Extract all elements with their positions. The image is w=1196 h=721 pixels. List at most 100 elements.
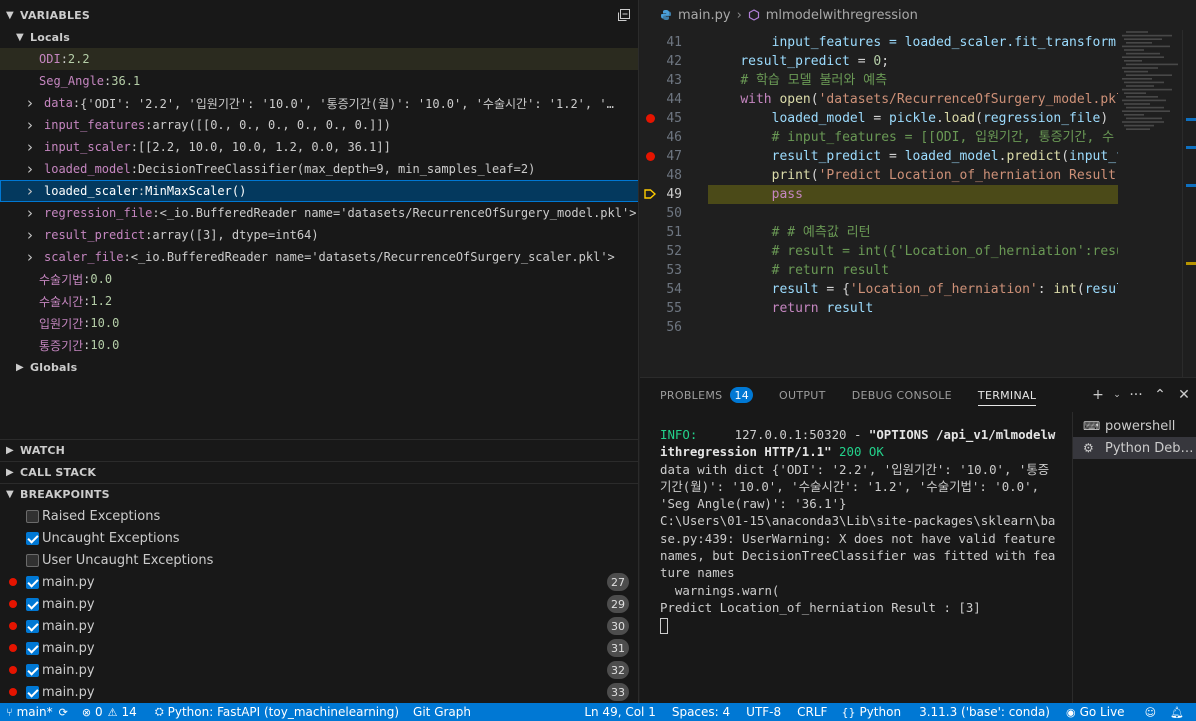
broadcast-icon: ◉: [1065, 705, 1076, 719]
more-actions-icon[interactable]: ···: [1124, 387, 1148, 403]
notifications[interactable]: 🔔︎: [1165, 703, 1196, 721]
collapse-all-icon[interactable]: [617, 8, 631, 22]
tab-debug-console[interactable]: DEBUG CONSOLE: [852, 378, 952, 412]
code-line[interactable]: 46 # input_features = [[ODI, 입원기간, 통증기간,…: [640, 128, 1118, 147]
breakpoint-checkbox[interactable]: [26, 619, 39, 633]
branch-item[interactable]: ⑂ main* ⟳: [0, 703, 77, 721]
breakpoint-item[interactable]: main.py 33: [0, 681, 638, 703]
terminal-output[interactable]: INFO: 127.0.0.1:50320 - "OPTIONS /api_v1…: [660, 426, 1060, 634]
end-of-line[interactable]: CRLF: [792, 703, 832, 721]
code-line[interactable]: 56: [640, 318, 1118, 337]
tab-terminal[interactable]: TERMINAL: [977, 378, 1037, 412]
encoding[interactable]: UTF-8: [741, 703, 786, 721]
variable-row[interactable]: 수술기법: 0.0: [0, 268, 638, 290]
variable-row[interactable]: › data: {'ODI': '2.2', '입원기간': '10.0', '통…: [0, 92, 638, 114]
breakpoint-item[interactable]: main.py 27: [0, 571, 638, 593]
breakpoint-checkbox[interactable]: [26, 597, 39, 611]
cursor-position[interactable]: Ln 49, Col 1: [579, 703, 661, 721]
code-line[interactable]: 44 with open('datasets/RecurrenceOfSurge…: [640, 90, 1124, 109]
terminal-line: Predict Location_of_herniation Result : …: [660, 599, 981, 615]
code-line[interactable]: 43 # 학습 모델 불러와 예측: [640, 71, 1118, 90]
breakpoint-dot-icon: [9, 666, 17, 674]
breakpoints-section-header[interactable]: ▼ BREAKPOINTS: [0, 483, 638, 505]
code-line[interactable]: 54 result = {'Location_of_herniation': i…: [640, 280, 1131, 299]
variable-row[interactable]: › input_scaler: [[2.2, 10.0, 10.0, 1.2, 0…: [0, 136, 638, 158]
code-line[interactable]: 45 loaded_model = pickle.load(regression…: [640, 109, 1118, 128]
code-line[interactable]: 47 result_predict = loaded_model.predict…: [640, 147, 1132, 166]
variable-row[interactable]: 입원기간: 10.0: [0, 312, 638, 334]
variable-name: loaded_model: [44, 162, 131, 176]
maximize-panel-icon[interactable]: ⌃: [1148, 387, 1172, 403]
variable-row[interactable]: ODI: 2.2: [0, 48, 638, 70]
terminal-instance[interactable]: ⚙ Python Deb…: [1073, 437, 1196, 459]
breakpoint-item[interactable]: main.py 32: [0, 659, 638, 681]
tab-label: OUTPUT: [779, 388, 826, 402]
code-line[interactable]: 49 pass: [644, 185, 1118, 204]
go-live[interactable]: ◉ Go Live: [1061, 703, 1130, 721]
git-graph-item[interactable]: Git Graph: [408, 703, 476, 721]
interpreter[interactable]: 3.11.3 ('base': conda): [914, 703, 1055, 721]
breakpoint-label: Raised Exceptions: [42, 508, 161, 524]
problems-item[interactable]: ⊗ 0 ⚠ 14: [77, 703, 142, 721]
variable-row[interactable]: › loaded_scaler: MinMaxScaler(): [0, 180, 638, 202]
variable-row[interactable]: › result_predict: array([3], dtype=int64): [0, 224, 638, 246]
variable-value: 0.0: [90, 272, 113, 286]
current-statement-arrow-icon: [644, 189, 656, 199]
breakpoint-item[interactable]: User Uncaught Exceptions: [0, 549, 638, 571]
breakpoint-item[interactable]: main.py 29: [0, 593, 638, 615]
breakpoint-checkbox[interactable]: [26, 685, 39, 699]
breadcrumb-file[interactable]: main.py: [678, 8, 731, 23]
watch-section-header[interactable]: ▶ WATCH: [0, 439, 638, 461]
feedback[interactable]: ☺: [1140, 703, 1165, 721]
breakpoint-item[interactable]: main.py 31: [0, 637, 638, 659]
variable-separator: :: [83, 338, 91, 352]
variable-row[interactable]: › regression_file: <_io.BufferedReader na…: [0, 202, 638, 224]
variable-row[interactable]: › scaler_file: <_io.BufferedReader name='…: [0, 246, 638, 268]
breakpoint-item[interactable]: main.py 30: [0, 615, 638, 637]
globals-scope[interactable]: ▶ Globals: [0, 356, 638, 378]
terminal-instance[interactable]: ⌨ powershell: [1073, 415, 1196, 437]
breakpoint-checkbox[interactable]: [26, 553, 39, 567]
new-terminal-icon[interactable]: +: [1086, 387, 1110, 403]
minimap-line: [1126, 42, 1152, 44]
globals-title: Globals: [30, 360, 78, 374]
breakpoint-item[interactable]: Raised Exceptions: [0, 505, 638, 527]
variable-row[interactable]: Seg_Angle: 36.1: [0, 70, 638, 92]
code-line[interactable]: 48 print('Predict Location_of_herniation…: [640, 166, 1118, 185]
breakpoint-checkbox[interactable]: [26, 509, 39, 523]
language-mode[interactable]: {} Python: [836, 703, 906, 721]
code-editor[interactable]: input_features = loaded_scaler.fit_trans…: [640, 0, 1196, 377]
breakpoint-item[interactable]: Uncaught Exceptions: [0, 527, 638, 549]
code-line[interactable]: 55 return result: [640, 299, 1118, 318]
code-line[interactable]: 42 result_predict = 0;: [640, 52, 1118, 71]
variables-section-header[interactable]: ▼ VARIABLES: [0, 4, 638, 26]
debug-config-item[interactable]: ⛭ Python: FastAPI (toy_machinelearning): [150, 703, 404, 721]
encoding-label: UTF-8: [746, 705, 782, 719]
minimap[interactable]: [1118, 22, 1180, 377]
call-stack-section-header[interactable]: ▶ CALL STACK: [0, 461, 638, 483]
code-line[interactable]: 41: [640, 33, 1118, 52]
breakpoint-checkbox[interactable]: [26, 641, 39, 655]
minimap-line: [1126, 74, 1172, 76]
locals-scope[interactable]: ▼ Locals: [0, 26, 638, 48]
variable-row[interactable]: 통증기간: 10.0: [0, 334, 638, 356]
breakpoint-gutter-icon[interactable]: [646, 152, 655, 161]
breadcrumb-symbol[interactable]: mlmodelwithregression: [766, 8, 918, 23]
variable-row[interactable]: › loaded_model: DecisionTreeClassifier(ma…: [0, 158, 638, 180]
code-line[interactable]: 50: [640, 204, 1118, 223]
tab-problems[interactable]: PROBLEMS 14: [660, 378, 754, 412]
editor-scrollbar[interactable]: [1182, 0, 1196, 377]
breakpoint-checkbox[interactable]: [26, 663, 39, 677]
variable-row[interactable]: › input_features: array([[0., 0., 0., 0.,…: [0, 114, 638, 136]
breakpoint-checkbox[interactable]: [26, 531, 39, 545]
indentation[interactable]: Spaces: 4: [667, 703, 735, 721]
breakpoint-checkbox[interactable]: [26, 575, 39, 589]
close-icon[interactable]: ✕: [1172, 387, 1196, 403]
variable-row[interactable]: 수술시간: 1.2: [0, 290, 638, 312]
code-line[interactable]: 52 # result = int({'Location_of_herniati…: [640, 242, 1123, 261]
code-line[interactable]: 51 # # 예측값 리턴: [640, 223, 1118, 242]
code-line[interactable]: 53 # return result: [640, 261, 1118, 280]
chevron-down-icon[interactable]: ⌄: [1110, 390, 1124, 400]
tab-output[interactable]: OUTPUT: [779, 378, 826, 412]
breakpoint-gutter-icon[interactable]: [646, 114, 655, 123]
